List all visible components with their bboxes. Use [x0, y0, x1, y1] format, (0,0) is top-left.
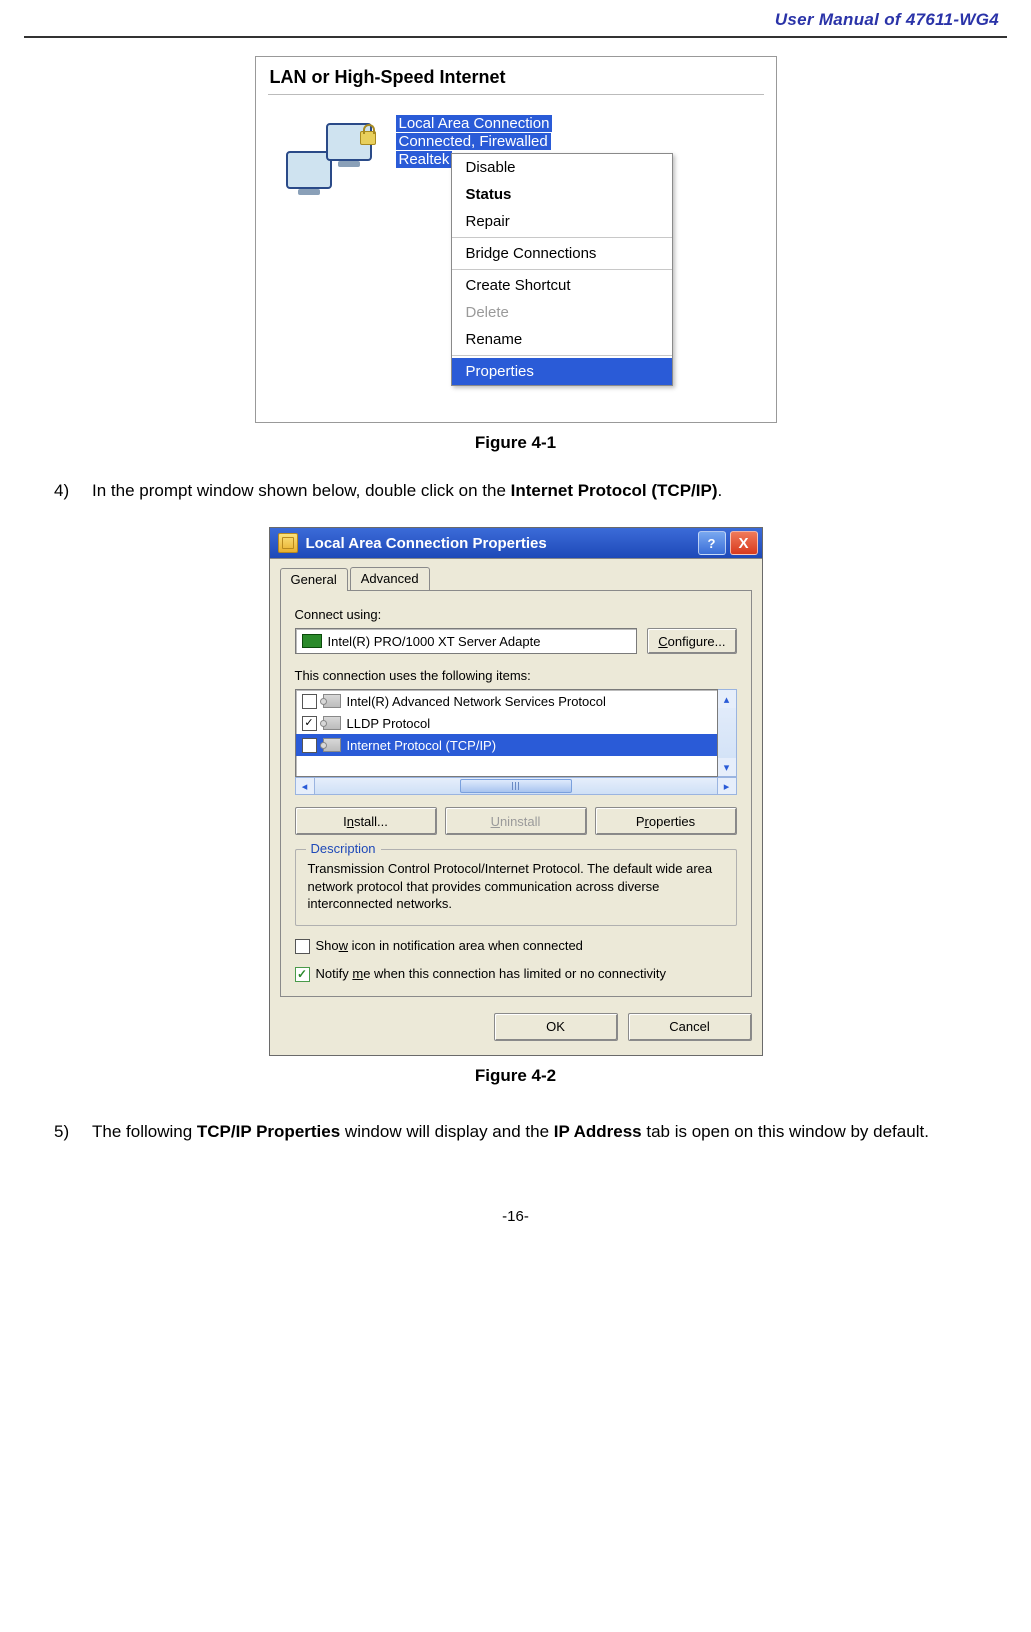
checkbox-icon[interactable]	[302, 694, 317, 709]
tab-advanced[interactable]: Advanced	[350, 567, 430, 590]
properties-button[interactable]: Properties	[595, 807, 737, 835]
step-4-text-1: In the prompt window shown below, double…	[92, 481, 511, 500]
checkbox-icon[interactable]: ✓	[302, 738, 317, 753]
list-item-label: LLDP Protocol	[347, 716, 431, 731]
lan-panel-rule	[268, 94, 764, 95]
step-5-text-3: tab is open on this window by default.	[642, 1122, 929, 1141]
scroll-thumb[interactable]	[460, 779, 572, 793]
step-4-bold: Internet Protocol (TCP/IP)	[511, 481, 718, 500]
nic-icon	[302, 634, 322, 648]
description-legend: Description	[306, 841, 381, 856]
connection-name: Local Area Connection	[396, 115, 553, 132]
step-5-bold-2: IP Address	[554, 1122, 642, 1141]
firewall-lock-icon	[360, 131, 376, 145]
menu-item-rename[interactable]: Rename	[452, 326, 672, 353]
description-text: Transmission Control Protocol/Internet P…	[308, 860, 724, 913]
step-5-number: 5)	[54, 1116, 92, 1148]
figure-4-2: Local Area Connection Properties ? X Gen…	[269, 527, 763, 1056]
figure-4-1: LAN or High-Speed Internet Local Area Co…	[255, 56, 777, 423]
menu-item-bridge[interactable]: Bridge Connections	[452, 240, 672, 267]
context-menu: Disable Status Repair Bridge Connections…	[451, 153, 673, 386]
tab-general[interactable]: General	[280, 568, 348, 591]
scroll-down-icon[interactable]: ▾	[718, 758, 736, 776]
step-4-text-2: .	[717, 481, 722, 500]
titlebar-help-button[interactable]: ?	[698, 531, 726, 555]
uninstall-button: Uninstall	[445, 807, 587, 835]
protocol-icon	[323, 716, 341, 730]
tab-panel-general: Connect using: Intel(R) PRO/1000 XT Serv…	[280, 590, 752, 997]
checkbox-icon[interactable]	[295, 967, 310, 982]
ok-button[interactable]: OK	[494, 1013, 618, 1041]
tabs-row: General Advanced	[280, 559, 752, 590]
list-item[interactable]: Intel(R) Advanced Network Services Proto…	[296, 690, 717, 712]
menu-item-repair[interactable]: Repair	[452, 208, 672, 235]
description-group: Description Transmission Control Protoco…	[295, 849, 737, 926]
scroll-right-icon[interactable]: ▸	[718, 777, 737, 795]
dialog-title: Local Area Connection Properties	[306, 535, 698, 552]
protocol-icon	[323, 738, 341, 752]
step-5-text-1: The following	[92, 1122, 197, 1141]
connection-adapter: Realtek	[396, 151, 453, 168]
connection-items-list[interactable]: Intel(R) Advanced Network Services Proto…	[295, 689, 718, 777]
install-button[interactable]: Install...	[295, 807, 437, 835]
configure-button[interactable]: Configure...	[647, 628, 736, 654]
step-4-number: 4)	[54, 475, 92, 507]
titlebar-close-button[interactable]: X	[730, 531, 758, 555]
scroll-up-icon[interactable]: ▴	[718, 690, 736, 708]
step-5-text-2: window will display and the	[340, 1122, 554, 1141]
cancel-button[interactable]: Cancel	[628, 1013, 752, 1041]
menu-item-status[interactable]: Status	[452, 181, 672, 208]
protocol-icon	[323, 694, 341, 708]
horizontal-scrollbar[interactable]: ◂ ▸	[295, 777, 737, 795]
show-icon-label: Show icon in notification area when conn…	[316, 938, 583, 953]
connect-using-label: Connect using:	[295, 607, 737, 622]
network-connection-icon	[286, 123, 376, 203]
dialog-titlebar: Local Area Connection Properties ? X	[270, 528, 762, 558]
notify-label: Notify me when this connection has limit…	[316, 966, 666, 981]
titlebar-app-icon	[278, 533, 298, 553]
notify-checkbox-row[interactable]: Notify me when this connection has limit…	[295, 966, 737, 982]
vertical-scrollbar[interactable]: ▴ ▾	[718, 689, 737, 777]
adapter-name: Intel(R) PRO/1000 XT Server Adapte	[328, 634, 541, 649]
lan-panel-title: LAN or High-Speed Internet	[256, 57, 776, 94]
list-item-label: Intel(R) Advanced Network Services Proto…	[347, 694, 606, 709]
step-5: 5) The following TCP/IP Properties windo…	[54, 1116, 1007, 1148]
menu-item-disable[interactable]: Disable	[452, 154, 672, 181]
page-header-title: User Manual of 47611-WG4	[24, 10, 1007, 36]
connection-status: Connected, Firewalled	[396, 133, 551, 150]
menu-item-delete: Delete	[452, 299, 672, 326]
checkbox-icon[interactable]: ✓	[302, 716, 317, 731]
scroll-track[interactable]	[314, 777, 718, 795]
scroll-left-icon[interactable]: ◂	[295, 777, 314, 795]
list-item-tcpip[interactable]: ✓ Internet Protocol (TCP/IP)	[296, 734, 717, 756]
step-5-bold-1: TCP/IP Properties	[197, 1122, 340, 1141]
list-item[interactable]: ✓ LLDP Protocol	[296, 712, 717, 734]
show-icon-checkbox-row[interactable]: Show icon in notification area when conn…	[295, 938, 737, 954]
step-4: 4) In the prompt window shown below, dou…	[54, 475, 1007, 507]
list-item-label: Internet Protocol (TCP/IP)	[347, 738, 497, 753]
checkbox-icon[interactable]	[295, 939, 310, 954]
adapter-field: Intel(R) PRO/1000 XT Server Adapte	[295, 628, 638, 654]
figure-4-2-caption: Figure 4-2	[24, 1066, 1007, 1086]
items-label: This connection uses the following items…	[295, 668, 737, 683]
figure-4-1-caption: Figure 4-1	[24, 433, 1007, 453]
header-rule	[24, 36, 1007, 38]
menu-item-properties[interactable]: Properties	[452, 358, 672, 385]
menu-item-create-shortcut[interactable]: Create Shortcut	[452, 272, 672, 299]
page-number: -16-	[24, 1208, 1007, 1225]
